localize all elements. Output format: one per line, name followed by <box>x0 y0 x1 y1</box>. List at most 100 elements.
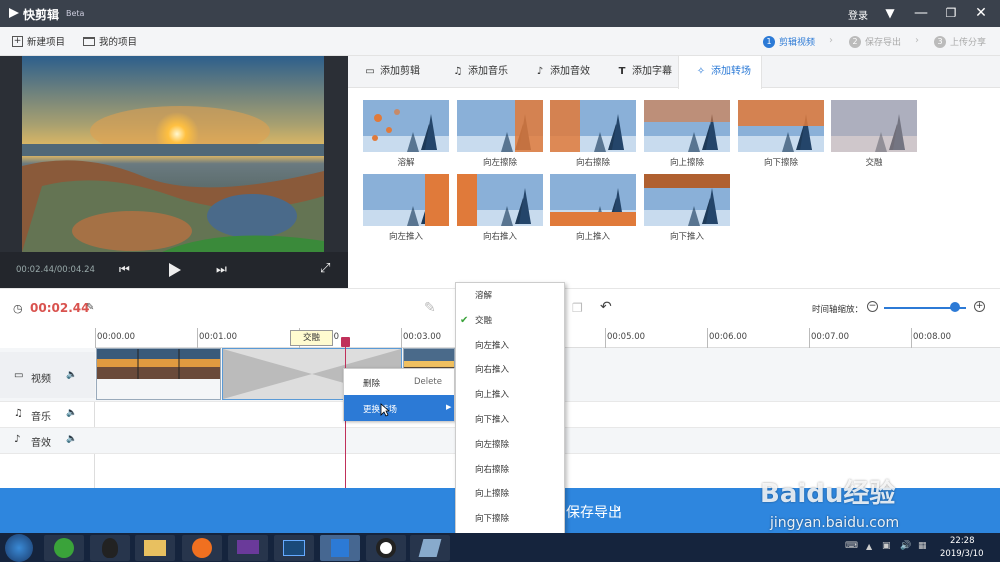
transition-thumbnail <box>363 174 449 226</box>
zoom-in-icon[interactable]: + <box>974 301 985 312</box>
app-logo-icon <box>9 8 19 18</box>
transition-thumbnail <box>457 100 543 152</box>
taskbar-tool-icon[interactable] <box>410 535 450 561</box>
submenu-item-label: 向下擦除 <box>475 514 510 525</box>
transition-option-push-left[interactable]: 向左推入 <box>363 174 449 242</box>
step-number: 3 <box>934 35 946 48</box>
maximize-icon[interactable]: ❐ <box>940 3 962 23</box>
tab-add-subtitle[interactable]: T 添加字幕 <box>600 56 682 88</box>
transition-option-blend[interactable]: 交融 <box>831 100 917 168</box>
taskbar-video-app-icon[interactable] <box>274 535 314 561</box>
taskbar-kuaijianji-icon[interactable] <box>320 535 360 561</box>
tab-add-clip[interactable]: ▭ 添加剪辑 <box>348 56 436 88</box>
submenu-item[interactable]: 向右推入 <box>456 358 564 383</box>
submenu-item[interactable]: 向左擦除 <box>456 433 564 458</box>
submenu-item[interactable]: 向上推入 <box>456 383 564 408</box>
minimize-icon[interactable]: — <box>910 3 932 23</box>
submenu-item[interactable]: 向上擦除 <box>456 482 564 507</box>
volume-icon[interactable]: 🔊 <box>900 541 911 551</box>
checkmark-icon: ✔ <box>460 314 469 326</box>
transition-thumbnail <box>550 100 636 152</box>
tab-label: 添加音乐 <box>468 66 508 77</box>
chevron-right-icon: › <box>829 35 833 46</box>
taskbar-folder-icon[interactable] <box>135 535 175 561</box>
taskbar-qq-icon[interactable] <box>90 535 130 561</box>
prev-frame-icon[interactable]: ⏮ <box>119 262 130 277</box>
sfx-track-icon: ♪ <box>14 434 21 445</box>
plus-square-icon: + <box>12 35 23 47</box>
menu-item-change-transition[interactable]: 更换转场 ▶ <box>344 395 454 421</box>
ruler-tick-line <box>95 328 96 348</box>
dropdown-menu-icon[interactable]: ▼ <box>879 3 901 23</box>
new-project-button[interactable]: + 新建项目 <box>12 34 65 48</box>
clock-time: 22:28 <box>950 536 975 546</box>
tab-add-sfx[interactable]: ♪ 添加音效 <box>518 56 600 88</box>
edit-time-icon[interactable]: ✎ <box>86 302 94 313</box>
play-icon[interactable] <box>168 262 182 278</box>
pencil-icon[interactable]: ✎ <box>424 300 436 316</box>
video-clip[interactable] <box>96 348 221 400</box>
step-edit[interactable]: 1 剪辑视频 <box>763 35 815 48</box>
start-button[interactable] <box>5 534 33 562</box>
transition-option-wipe-left[interactable]: 向左擦除 <box>457 100 543 168</box>
transition-label: 交融 <box>865 158 883 168</box>
playback-time: 00:02.44/00:04.24 <box>16 265 95 275</box>
my-projects-button[interactable]: 我的项目 <box>83 34 137 48</box>
mouse-cursor-icon <box>380 403 390 417</box>
transition-label: 向右擦除 <box>575 158 610 168</box>
submenu-item-label: 向左推入 <box>475 340 510 351</box>
sfx-volume-icon[interactable]: 🔈 <box>66 434 77 444</box>
transition-option-wipe-right[interactable]: 向右擦除 <box>550 100 636 168</box>
video-icon: ▭ <box>365 66 375 77</box>
menu-item-delete[interactable]: 删除 Delete <box>344 369 454 395</box>
ruler-tick-line <box>707 328 708 348</box>
submenu-item-label: 向下推入 <box>475 415 510 425</box>
transition-option-dissolve[interactable]: 溶解 <box>363 100 449 168</box>
music-volume-icon[interactable]: 🔈 <box>66 408 77 418</box>
keyboard-icon[interactable]: ⌨ <box>845 541 858 551</box>
submenu-item-label: 向右擦除 <box>475 464 510 475</box>
submenu-item[interactable]: 向下推入 <box>456 408 564 433</box>
network-icon[interactable]: ▦ <box>918 541 927 551</box>
copy-icon[interactable]: ❐ <box>572 301 583 315</box>
submenu-item[interactable]: ✔ 交融 <box>456 309 564 334</box>
ruler-tick-label: 00:03.00 <box>403 332 442 342</box>
transition-option-push-right[interactable]: 向右推入 <box>457 174 543 242</box>
tab-add-transition[interactable]: ✧ 添加转场 <box>678 56 762 89</box>
taskbar-firefox-icon[interactable] <box>182 535 222 561</box>
folder-icon <box>83 36 95 46</box>
transition-option-push-down[interactable]: 向下推入 <box>644 174 730 242</box>
step-export[interactable]: 2 保存导出 <box>849 35 901 48</box>
close-icon[interactable]: ✕ <box>970 3 992 23</box>
submenu-item[interactable]: 向左推入 <box>456 334 564 359</box>
power-icon[interactable]: ▣ <box>882 541 891 551</box>
next-frame-icon[interactable]: ⏭ <box>216 262 227 277</box>
tab-label: 添加音效 <box>550 66 590 77</box>
zoom-out-icon[interactable]: − <box>867 301 878 312</box>
video-volume-icon[interactable]: 🔈 <box>66 370 77 380</box>
transition-option-push-up[interactable]: 向上推入 <box>550 174 636 242</box>
tab-add-music[interactable]: ♫ 添加音乐 <box>436 56 518 88</box>
playhead-handle[interactable] <box>341 337 350 347</box>
undo-icon[interactable]: ↶ <box>600 299 612 315</box>
tab-label: 添加剪辑 <box>380 66 420 77</box>
zoom-label: 时间轴缩放： <box>812 305 864 315</box>
fullscreen-icon[interactable]: ⤢ <box>320 261 330 276</box>
transition-label: 向左推入 <box>388 232 423 242</box>
submenu-item[interactable]: 向右擦除 <box>456 458 564 483</box>
tray-expand-icon[interactable]: ▲ <box>866 542 872 551</box>
zoom-slider-handle[interactable] <box>950 302 960 312</box>
taskbar-record-icon[interactable] <box>366 535 406 561</box>
transition-option-wipe-down[interactable]: 向下擦除 <box>738 100 824 168</box>
submenu-arrow-icon: ▶ <box>446 403 452 411</box>
login-button[interactable]: 登录 <box>848 7 868 22</box>
submenu-item[interactable]: 溶解 <box>456 284 564 309</box>
ruler-tick-line <box>911 328 912 348</box>
taskbar-app-icon[interactable] <box>228 535 268 561</box>
step-share[interactable]: 3 上传分享 <box>934 35 986 48</box>
submenu-item[interactable]: 向下擦除 <box>456 507 564 532</box>
save-export-button[interactable]: 保存导出 <box>566 502 622 522</box>
baidu-watermark: Baidu经验 jingyan.baidu.com <box>750 455 1000 535</box>
taskbar-browser-icon[interactable] <box>44 535 84 561</box>
transition-option-wipe-up[interactable]: 向上擦除 <box>644 100 730 168</box>
